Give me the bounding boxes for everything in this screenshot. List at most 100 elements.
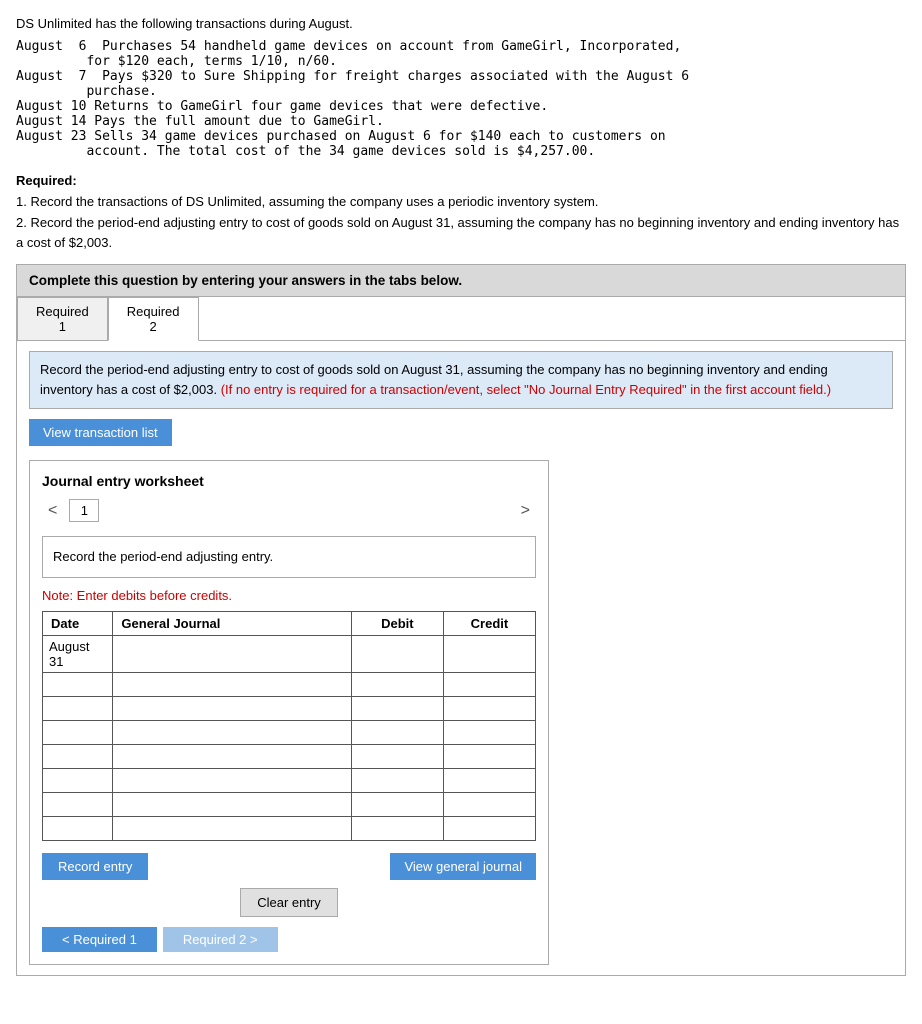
debit-cell[interactable] xyxy=(351,672,443,696)
general-journal-cell[interactable] xyxy=(113,720,351,744)
general-journal-cell[interactable] xyxy=(113,635,351,672)
debit-input[interactable] xyxy=(358,725,437,740)
table-row xyxy=(43,744,536,768)
required-point2: 2. Record the period-end adjusting entry… xyxy=(16,213,906,255)
date-cell xyxy=(43,792,113,816)
debit-input[interactable] xyxy=(358,773,437,788)
credit-cell[interactable] xyxy=(443,672,535,696)
instruction-box: Record the period-end adjusting entry to… xyxy=(29,351,893,409)
tab-required-2[interactable]: Required 2 xyxy=(108,297,199,341)
general-journal-input[interactable] xyxy=(119,749,344,764)
debit-cell[interactable] xyxy=(351,720,443,744)
debit-cell[interactable] xyxy=(351,816,443,840)
general-journal-cell[interactable] xyxy=(113,816,351,840)
table-row xyxy=(43,696,536,720)
date-cell xyxy=(43,672,113,696)
table-row xyxy=(43,816,536,840)
col-debit: Debit xyxy=(351,611,443,635)
debit-cell[interactable] xyxy=(351,768,443,792)
journal-worksheet: Journal entry worksheet < 1 > Record the… xyxy=(29,460,549,965)
nav-row: < 1 > xyxy=(42,499,536,522)
bottom-buttons: Record entry View general journal xyxy=(42,853,536,880)
date-cell xyxy=(43,744,113,768)
intro-section: DS Unlimited has the following transacti… xyxy=(16,16,906,159)
table-row xyxy=(43,720,536,744)
general-journal-input[interactable] xyxy=(119,797,344,812)
credit-input[interactable] xyxy=(450,821,529,836)
col-date: Date xyxy=(43,611,113,635)
general-journal-input[interactable] xyxy=(119,646,344,661)
date-cell xyxy=(43,768,113,792)
period-end-description-box: Record the period-end adjusting entry. xyxy=(42,536,536,578)
debit-input[interactable] xyxy=(358,749,437,764)
general-journal-input[interactable] xyxy=(119,725,344,740)
credit-input[interactable] xyxy=(450,701,529,716)
credit-cell[interactable] xyxy=(443,744,535,768)
nav-next-arrow[interactable]: > xyxy=(515,500,536,522)
transactions-text: August 6 Purchases 54 handheld game devi… xyxy=(16,39,906,159)
table-row: August 31 xyxy=(43,635,536,672)
tab-content: Record the period-end adjusting entry to… xyxy=(17,341,905,975)
debit-input[interactable] xyxy=(358,821,437,836)
period-end-text: Record the period-end adjusting entry. xyxy=(53,549,273,564)
complete-instruction-text: Complete this question by entering your … xyxy=(29,273,462,288)
col-credit: Credit xyxy=(443,611,535,635)
instruction-red-text: (If no entry is required for a transacti… xyxy=(221,382,831,397)
view-general-journal-button[interactable]: View general journal xyxy=(390,853,536,880)
general-journal-cell[interactable] xyxy=(113,672,351,696)
credit-cell[interactable] xyxy=(443,792,535,816)
date-cell xyxy=(43,720,113,744)
debit-cell[interactable] xyxy=(351,635,443,672)
credit-input[interactable] xyxy=(450,797,529,812)
debit-cell[interactable] xyxy=(351,744,443,768)
bottom-tab-required-1[interactable]: < Required 1 xyxy=(42,927,157,952)
required-point1: 1. Record the transactions of DS Unlimit… xyxy=(16,192,906,213)
journal-worksheet-title: Journal entry worksheet xyxy=(42,473,536,489)
tab-required-1[interactable]: Required 1 xyxy=(17,297,108,340)
debit-input[interactable] xyxy=(358,701,437,716)
debit-input[interactable] xyxy=(358,646,437,661)
col-general-journal: General Journal xyxy=(113,611,351,635)
credit-cell[interactable] xyxy=(443,635,535,672)
credit-input[interactable] xyxy=(450,725,529,740)
debit-input[interactable] xyxy=(358,797,437,812)
page-number-box: 1 xyxy=(69,499,99,522)
credit-input[interactable] xyxy=(450,749,529,764)
credit-input[interactable] xyxy=(450,646,529,661)
record-entry-button[interactable]: Record entry xyxy=(42,853,148,880)
nav-prev-arrow[interactable]: < xyxy=(42,500,63,522)
required-heading: Required: xyxy=(16,173,77,188)
required-section: Required: 1. Record the transactions of … xyxy=(16,171,906,254)
credit-cell[interactable] xyxy=(443,816,535,840)
date-cell: August 31 xyxy=(43,635,113,672)
credit-cell[interactable] xyxy=(443,696,535,720)
credit-cell[interactable] xyxy=(443,768,535,792)
tabs-row: Required 1 Required 2 xyxy=(17,297,905,341)
tabs-container: Required 1 Required 2 Record the period-… xyxy=(16,297,906,976)
clear-entry-button[interactable]: Clear entry xyxy=(240,888,338,917)
debit-cell[interactable] xyxy=(351,792,443,816)
date-cell xyxy=(43,696,113,720)
debit-input[interactable] xyxy=(358,677,437,692)
journal-table: Date General Journal Debit Credit August… xyxy=(42,611,536,841)
date-cell xyxy=(43,816,113,840)
general-journal-cell[interactable] xyxy=(113,768,351,792)
general-journal-input[interactable] xyxy=(119,677,344,692)
bottom-tab-required-2[interactable]: Required 2 > xyxy=(163,927,278,952)
general-journal-cell[interactable] xyxy=(113,696,351,720)
table-row xyxy=(43,672,536,696)
credit-input[interactable] xyxy=(450,677,529,692)
complete-instruction-box: Complete this question by entering your … xyxy=(16,264,906,297)
bottom-tabs-row: < Required 1 Required 2 > xyxy=(42,927,536,952)
general-journal-input[interactable] xyxy=(119,821,344,836)
general-journal-input[interactable] xyxy=(119,701,344,716)
credit-cell[interactable] xyxy=(443,720,535,744)
view-transaction-list-button[interactable]: View transaction list xyxy=(29,419,172,446)
general-journal-cell[interactable] xyxy=(113,744,351,768)
general-journal-cell[interactable] xyxy=(113,792,351,816)
table-row xyxy=(43,768,536,792)
general-journal-input[interactable] xyxy=(119,773,344,788)
note-text: Note: Enter debits before credits. xyxy=(42,588,536,603)
credit-input[interactable] xyxy=(450,773,529,788)
debit-cell[interactable] xyxy=(351,696,443,720)
